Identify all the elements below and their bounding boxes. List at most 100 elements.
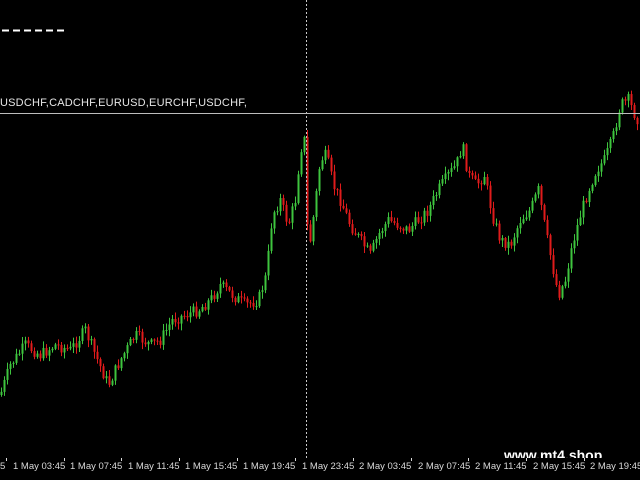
candle-body (294, 203, 297, 207)
candle-body (90, 339, 93, 341)
candle-body (399, 227, 402, 229)
candle-body (486, 176, 489, 186)
candle-body (159, 340, 162, 345)
candle-body (213, 295, 216, 299)
candle-body (390, 217, 393, 222)
time-tick-mark (64, 458, 65, 461)
candle-body (612, 131, 615, 140)
candle-body (240, 296, 243, 298)
candle-body (483, 176, 486, 185)
candle-body (300, 152, 303, 175)
time-tick-mark (237, 458, 238, 461)
time-axis-label: 2 May 03:45 (359, 461, 412, 472)
candle-body (561, 286, 564, 298)
candle-body (597, 171, 600, 177)
candle-body (357, 233, 360, 235)
price-chart[interactable] (0, 0, 640, 458)
candle-body (621, 99, 624, 113)
candle-body (45, 347, 48, 356)
candle-body (564, 281, 567, 287)
candle-body (270, 228, 273, 251)
candle-body (546, 219, 549, 236)
time-axis-label: 1 May 11:45 (128, 461, 180, 472)
time-axis-label: 2 May 11:45 (475, 461, 527, 472)
candle-body (369, 245, 372, 251)
time-axis-label: 1 May 15:45 (185, 461, 238, 472)
candle-body (105, 376, 108, 379)
candle-body (489, 185, 492, 209)
candle-body (408, 226, 411, 232)
candle-body (360, 233, 363, 237)
candle-body (603, 155, 606, 164)
candle-body (258, 291, 261, 307)
candle-body (510, 241, 513, 246)
candle-body (450, 168, 453, 172)
candle-body (558, 285, 561, 298)
candle-body (51, 348, 54, 351)
candle-body (543, 204, 546, 220)
candle-body (522, 219, 525, 224)
candle-body (606, 148, 609, 156)
candle-body (393, 221, 396, 223)
candle-body (243, 297, 246, 299)
candle-body (387, 217, 390, 225)
candle-body (324, 149, 327, 161)
candles-group (0, 90, 639, 397)
time-tick-mark (526, 458, 527, 461)
time-tick-mark (584, 458, 585, 461)
candle-body (63, 347, 66, 353)
price-chart-area[interactable]: USDCHF,CADCHF,EURUSD,EURCHF,USDCHF, www.… (0, 0, 640, 464)
candle-body (102, 366, 105, 379)
candle-body (222, 282, 225, 285)
candle-body (438, 183, 441, 196)
candle-body (318, 169, 321, 192)
time-tick-mark (6, 458, 7, 461)
candle-body (624, 99, 627, 101)
candle-body (579, 217, 582, 226)
candle-body (588, 190, 591, 203)
candle-body (204, 306, 207, 310)
time-tick-mark (179, 458, 180, 461)
candle-body (555, 274, 558, 286)
candle-body (471, 172, 474, 176)
candle-body (594, 176, 597, 186)
candle-body (237, 296, 240, 303)
time-axis: 5 1 May 03:45 1 May 07:45 1 May 11:45 1 … (0, 458, 640, 480)
candle-body (267, 250, 270, 276)
candle-body (537, 186, 540, 195)
indicator-symbols-label: USDCHF,CADCHF,EURUSD,EURCHF,USDCHF, (0, 97, 248, 109)
candle-body (87, 326, 90, 341)
candle-body (339, 189, 342, 206)
candle-body (420, 222, 423, 224)
candle-body (336, 189, 339, 191)
time-axis-label: 1 May 23:45 (302, 461, 355, 472)
candle-body (114, 365, 117, 381)
candle-body (141, 331, 144, 343)
candle-body (156, 340, 159, 342)
candle-body (495, 223, 498, 225)
candle-body (210, 295, 213, 301)
candle-body (492, 208, 495, 224)
candle-body (441, 179, 444, 184)
candle-body (9, 363, 12, 369)
candle-body (66, 347, 69, 349)
candle-body (75, 343, 78, 348)
candle-body (396, 222, 399, 228)
candle-body (24, 340, 27, 344)
candle-body (48, 350, 51, 356)
candle-body (186, 316, 189, 318)
candle-body (189, 312, 192, 318)
candle-body (504, 237, 507, 248)
time-tick-mark (411, 458, 412, 461)
candle-body (126, 345, 129, 354)
candle-body (552, 255, 555, 275)
candle-body (201, 306, 204, 312)
time-tick-mark (121, 458, 122, 461)
candle-body (384, 224, 387, 232)
candle-body (567, 268, 570, 282)
candle-body (78, 340, 81, 348)
candle-body (540, 186, 543, 205)
candle-body (21, 343, 24, 354)
candle-body (636, 117, 639, 125)
candle-body (498, 223, 501, 241)
